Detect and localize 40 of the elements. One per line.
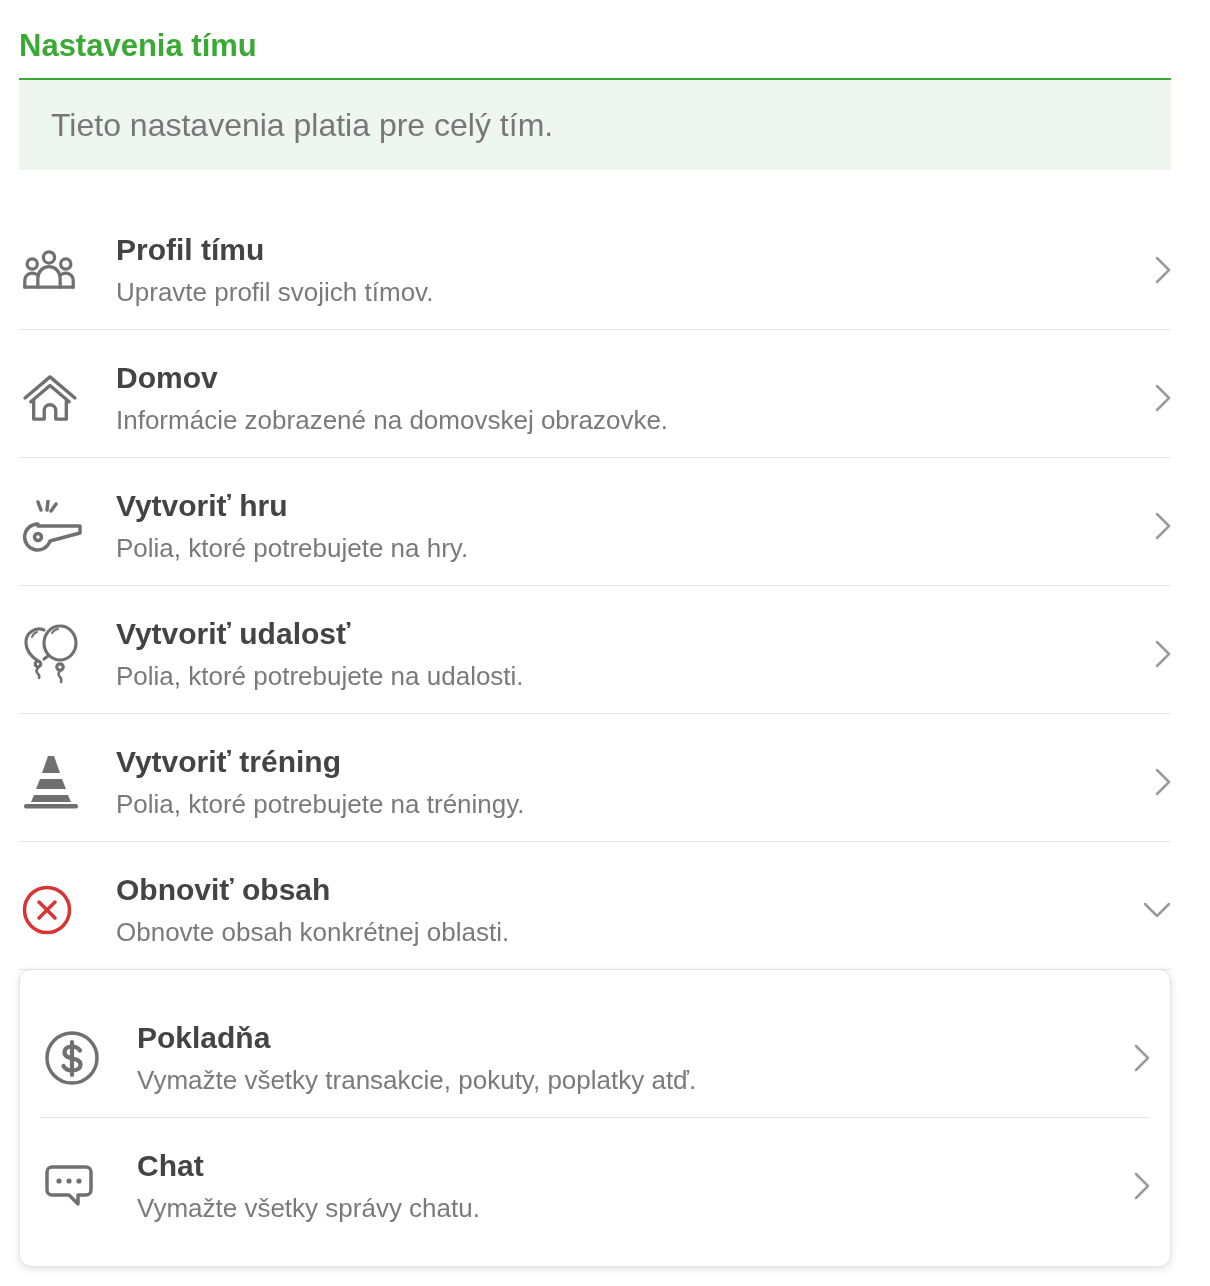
item-description: Vymažte všetky správy chatu. — [137, 1192, 481, 1224]
house-icon — [22, 373, 78, 422]
item-title: Vytvoriť hru — [116, 487, 289, 524]
settings-item[interactable]: Vytvoriť hru Polia, ktoré potrebujete na hry. — [19, 458, 1171, 586]
settings-item[interactable]: Domov Informácie zobrazené na domovskej obrazovke. — [19, 330, 1171, 458]
chevron-right-icon — [1155, 767, 1171, 796]
chevron-right-icon — [1155, 383, 1171, 412]
people-group-icon — [22, 248, 76, 291]
settings-item[interactable]: Vytvoriť tréning Polia, ktoré potrebujete na tréningy. — [19, 714, 1171, 842]
item-title: Chat — [137, 1148, 205, 1184]
chevron-right-icon — [1155, 639, 1171, 668]
item-description: Polia, ktoré potrebujete na hry. — [116, 531, 470, 564]
chevron-right-icon — [1155, 255, 1171, 284]
item-description: Upravte profil svojich tímov. — [116, 275, 435, 308]
settings-item[interactable]: Profil tímu Upravte profil svojich tímov. — [19, 202, 1171, 330]
traffic-cone-icon — [22, 753, 80, 810]
item-description: Vymažte všetky transakcie, pokuty, poplatky atď. — [137, 1063, 698, 1096]
item-description: Informácie zobrazené na domovskej obrazovke. — [116, 403, 670, 436]
page-title: Nastavenia tímu — [19, 28, 258, 64]
info-banner: Tieto nastavenia platia pre celý tím. — [19, 80, 1171, 170]
item-title: Pokladňa — [137, 1019, 272, 1056]
item-description: Obnovte obsah konkrétnej oblasti. — [116, 915, 511, 948]
settings-item[interactable]: Vytvoriť udalosť Polia, ktoré potrebujete na udalosti. — [19, 586, 1171, 714]
chevron-right-icon — [1134, 1172, 1150, 1200]
item-title: Vytvoriť tréning — [116, 743, 342, 780]
dollar-circle-icon — [45, 1030, 99, 1085]
settings-item[interactable]: Chat Vymažte všetky správy chatu. — [40, 1118, 1150, 1246]
item-title: Domov — [116, 359, 219, 396]
item-title: Obnoviť obsah — [116, 871, 332, 908]
item-title: Vytvoriť udalosť — [116, 615, 352, 652]
chevron-right-icon — [1155, 511, 1171, 540]
chevron-right-icon — [1134, 1043, 1150, 1072]
whistle-icon — [22, 499, 82, 552]
chat-bubble-icon — [45, 1165, 93, 1207]
settings-item[interactable]: Pokladňa Vymažte všetky transakcie, pokuty, poplatky atď. — [40, 990, 1150, 1118]
chevron-down-icon[interactable] — [1143, 901, 1171, 918]
item-title: Profil tímu — [116, 231, 266, 268]
item-description: Polia, ktoré potrebujete na udalosti. — [116, 659, 525, 692]
item-description: Polia, ktoré potrebujete na tréningy. — [116, 787, 526, 820]
close-circle-icon — [22, 884, 72, 935]
